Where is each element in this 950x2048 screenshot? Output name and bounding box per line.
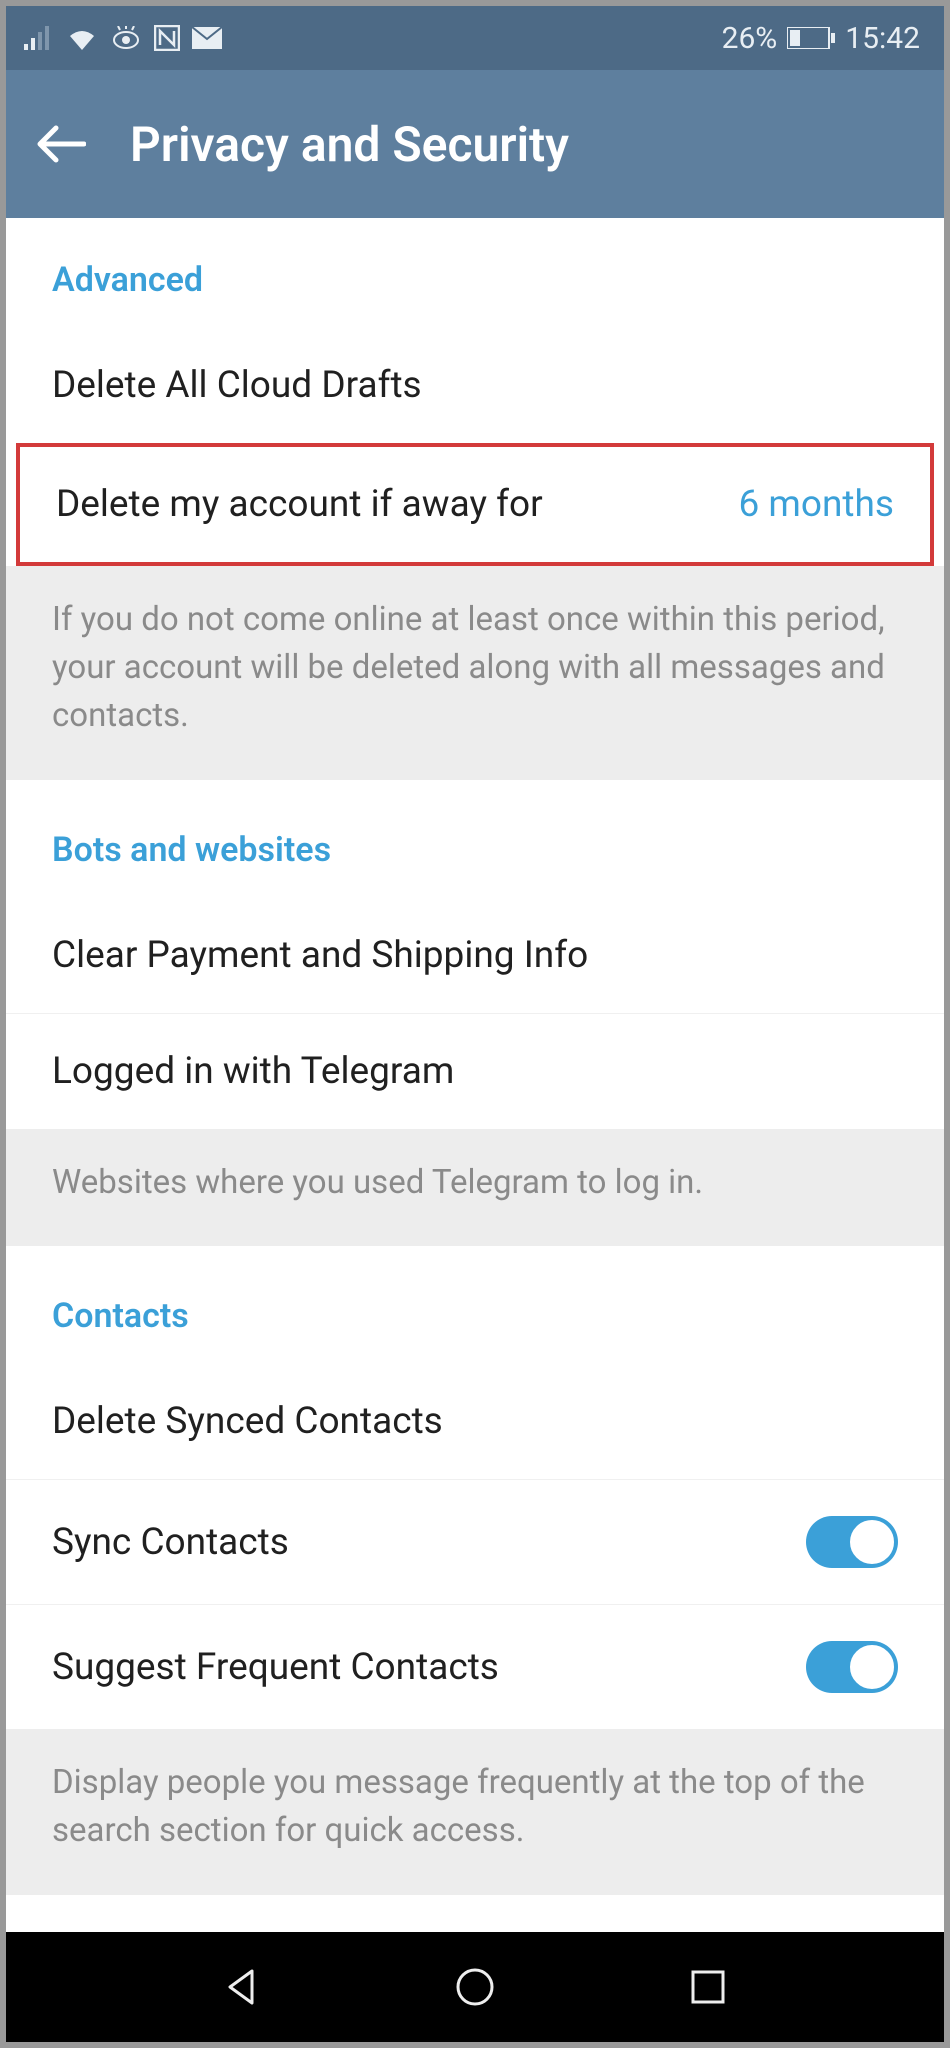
toggle-knob — [848, 1518, 896, 1566]
sync-contacts-toggle[interactable] — [806, 1516, 898, 1568]
wifi-icon — [66, 26, 98, 50]
clear-payment-row[interactable]: Clear Payment and Shipping Info — [6, 898, 944, 1014]
nav-home-button[interactable] — [453, 1965, 497, 2009]
suggest-contacts-label: Suggest Frequent Contacts — [52, 1646, 499, 1689]
nav-back-button[interactable] — [220, 1965, 264, 2009]
nfc-icon — [154, 25, 180, 51]
signal-icon — [24, 26, 54, 50]
sync-contacts-row[interactable]: Sync Contacts — [6, 1480, 944, 1605]
status-bar: 26% 15:42 — [6, 6, 944, 70]
status-left — [24, 25, 222, 51]
status-right: 26% 15:42 — [722, 21, 920, 56]
settings-content: Advanced Delete All Cloud Drafts Delete … — [6, 218, 944, 1932]
delete-drafts-row[interactable]: Delete All Cloud Drafts — [6, 328, 944, 443]
delete-synced-label: Delete Synced Contacts — [52, 1400, 443, 1443]
mail-icon — [192, 27, 222, 49]
back-button[interactable] — [36, 124, 86, 164]
suggest-contacts-toggle[interactable] — [806, 1641, 898, 1693]
page-title: Privacy and Security — [130, 116, 569, 173]
phone-screen: 26% 15:42 Privacy and Security Advanced … — [0, 0, 950, 2048]
toggle-knob — [848, 1643, 896, 1691]
android-nav-bar — [6, 1932, 944, 2042]
battery-icon — [787, 27, 835, 49]
delete-drafts-label: Delete All Cloud Drafts — [52, 364, 422, 407]
eye-icon — [110, 26, 142, 50]
time-text: 15:42 — [845, 21, 920, 56]
clear-payment-label: Clear Payment and Shipping Info — [52, 934, 588, 977]
delete-account-row[interactable]: Delete my account if away for 6 months — [20, 447, 930, 562]
contacts-footer: Display people you message frequently at… — [6, 1729, 944, 1895]
delete-account-label: Delete my account if away for — [56, 483, 543, 526]
delete-account-highlight: Delete my account if away for 6 months — [16, 443, 934, 566]
logged-in-label: Logged in with Telegram — [52, 1050, 454, 1093]
app-bar: Privacy and Security — [6, 70, 944, 218]
delete-account-value: 6 months — [738, 483, 894, 526]
battery-percent-text: 26% — [722, 21, 778, 56]
bots-footer: Websites where you used Telegram to log … — [6, 1129, 944, 1247]
suggest-contacts-row[interactable]: Suggest Frequent Contacts — [6, 1605, 944, 1729]
delete-synced-row[interactable]: Delete Synced Contacts — [6, 1364, 944, 1480]
section-header-advanced: Advanced — [6, 218, 944, 328]
logged-in-row[interactable]: Logged in with Telegram — [6, 1014, 944, 1129]
nav-recent-button[interactable] — [686, 1965, 730, 2009]
section-header-bots: Bots and websites — [6, 780, 944, 898]
advanced-footer: If you do not come online at least once … — [6, 566, 944, 780]
sync-contacts-label: Sync Contacts — [52, 1521, 289, 1564]
section-header-contacts: Contacts — [6, 1246, 944, 1364]
